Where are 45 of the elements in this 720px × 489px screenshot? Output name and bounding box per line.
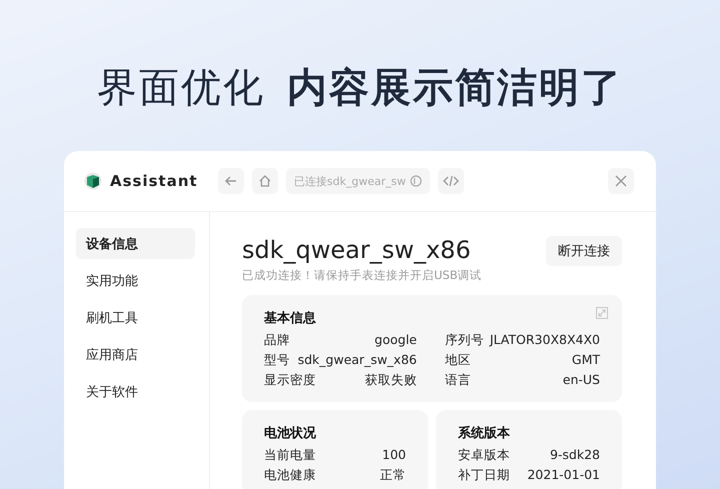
card-title: 电池状况	[264, 425, 317, 442]
sidebar-item[interactable]: 应用商店	[76, 339, 195, 370]
home-button[interactable]	[252, 168, 278, 194]
field-label: 补丁日期	[458, 466, 510, 484]
field-label: 地区	[444, 351, 471, 369]
app-name: Assistant	[110, 172, 198, 190]
field-label: 品牌	[264, 331, 290, 349]
field-value: google	[374, 331, 417, 349]
field-value: sdk_gwear_sw_x86	[298, 351, 417, 369]
field-value: 获取失败	[364, 371, 417, 389]
field-value: en-US	[562, 371, 600, 389]
close-button[interactable]	[608, 168, 634, 194]
close-icon	[615, 175, 627, 187]
back-button[interactable]	[218, 168, 244, 194]
field-value: GMT	[572, 351, 600, 369]
field-label: 语言	[444, 371, 471, 389]
disconnect-button[interactable]: 断开连接	[546, 236, 622, 266]
field-value: JLATOR30X8X4X0	[490, 331, 600, 349]
headline: 内容展示简洁明了	[287, 64, 623, 113]
field-label: 显示密度	[264, 371, 316, 389]
sidebar-item[interactable]: 设备信息	[76, 228, 195, 259]
home-icon	[258, 174, 272, 188]
field-label: 序列号	[444, 331, 484, 349]
code-icon	[443, 175, 459, 187]
sidebar-item[interactable]: 实用功能	[76, 265, 195, 296]
headline: 界面优化	[97, 64, 265, 113]
sidebar-item[interactable]: 刷机工具	[76, 302, 195, 333]
expand-icon[interactable]	[596, 307, 608, 319]
info-icon	[410, 175, 422, 187]
field-label: 当前电量	[264, 446, 316, 464]
back-arrow-icon	[224, 174, 238, 188]
code-button[interactable]	[438, 168, 464, 194]
cube-logo-icon	[84, 172, 102, 190]
field-value: 9-sdk28	[550, 446, 600, 464]
field-value: 2021-01-01	[527, 466, 600, 484]
connection-status: 已成功连接！请保持手表连接并开启USB调试	[242, 268, 482, 283]
field-value: 正常	[380, 466, 406, 484]
card-title: 系统版本	[458, 424, 511, 442]
card-title: 基本信息	[264, 310, 317, 327]
sidebar-item[interactable]: 关于软件	[76, 376, 195, 407]
field-label: 电池健康	[264, 466, 316, 484]
field-label: 型号	[264, 351, 290, 369]
device-title: sdk_qwear_sw_x86	[242, 236, 472, 264]
field-label: 安卓版本	[458, 446, 510, 464]
field-value: 100	[382, 446, 406, 464]
